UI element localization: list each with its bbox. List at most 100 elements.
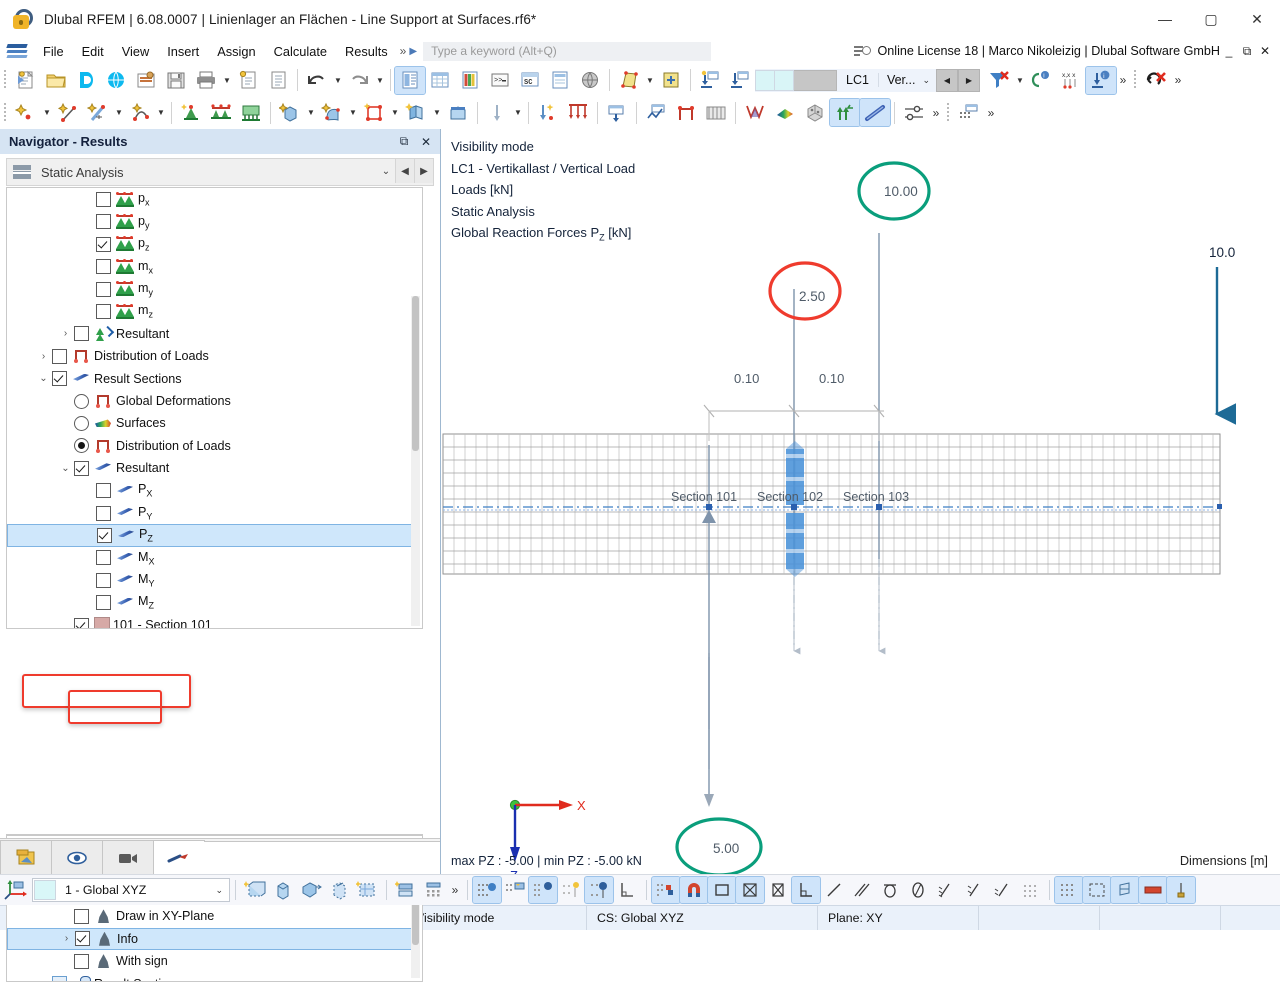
color-surface-button[interactable] (770, 99, 800, 126)
new-set-surfaces-button[interactable] (401, 99, 431, 126)
osnap-arc-button[interactable] (876, 877, 904, 903)
toolbar2-grip[interactable] (2, 102, 9, 124)
checkbox[interactable] (75, 931, 90, 946)
checkbox[interactable] (52, 349, 67, 364)
surface-select-button[interactable] (614, 67, 644, 94)
save-button[interactable] (161, 67, 191, 94)
navigator-toggle-button[interactable] (395, 67, 425, 94)
info-panel-button[interactable] (545, 67, 575, 94)
tree-item[interactable]: pz (7, 233, 420, 255)
tree-item[interactable]: PY (7, 502, 420, 524)
new-work-plane-button[interactable] (241, 877, 269, 903)
menu-assign[interactable]: Assign (208, 41, 264, 62)
surface-support-button[interactable] (236, 99, 266, 126)
tree-scrollbar[interactable] (411, 296, 420, 626)
layer-grid-button[interactable] (420, 877, 448, 903)
tree-item[interactable]: ›Info (7, 928, 420, 950)
redo-caret-icon[interactable]: ▼ (374, 76, 386, 85)
document-button[interactable] (263, 67, 293, 94)
minimize-button[interactable]: — (1142, 0, 1188, 38)
checkbox[interactable] (74, 461, 89, 476)
free-rect-load-button[interactable] (602, 99, 632, 126)
import-view-button[interactable] (695, 67, 725, 94)
toolbar2-grip-2[interactable] (945, 102, 952, 124)
surface-caret-icon[interactable]: ▼ (644, 76, 656, 85)
console-button[interactable]: >> (485, 67, 515, 94)
load-case-name[interactable]: Ver... (878, 73, 920, 87)
set-surfaces-caret-icon[interactable]: ▼ (431, 108, 443, 117)
osnap-cross2-button[interactable] (764, 877, 792, 903)
osnap-multi3-button[interactable] (988, 877, 1016, 903)
osnap-rect-button[interactable] (708, 877, 736, 903)
surface-load-button[interactable] (563, 99, 593, 126)
tab-results-navigator[interactable] (153, 840, 205, 874)
line-dim-caret-icon[interactable]: ▼ (113, 108, 125, 117)
osnap-multi1-button[interactable] (932, 877, 960, 903)
new-line-dim-button[interactable] (83, 99, 113, 126)
radio-button[interactable] (74, 394, 89, 409)
tree-item[interactable]: 101 - Section 101 (7, 614, 420, 629)
grid-display-button[interactable] (1055, 877, 1083, 903)
model-data-button[interactable] (131, 67, 161, 94)
snap-intersection-button[interactable] (585, 877, 613, 903)
nodal-support-button[interactable] (176, 99, 206, 126)
load-case-selector[interactable]: LC1 Ver... ⌄ (755, 69, 936, 92)
tree-expander[interactable]: › (35, 978, 52, 982)
checkbox[interactable] (96, 259, 111, 274)
coordinate-system-selector[interactable]: 1 - Global XYZ ⌄ (32, 878, 230, 902)
table-toggle-button[interactable] (425, 67, 455, 94)
osnap-dots-button[interactable] (1016, 877, 1044, 903)
export-view-button[interactable] (725, 67, 755, 94)
analysis-prev-button[interactable]: ◀ (395, 159, 414, 183)
snap-grid-button[interactable] (473, 877, 501, 903)
tree-item[interactable]: Global Deformations (7, 390, 420, 412)
tree-expander[interactable]: ⌄ (57, 463, 74, 474)
tree-item[interactable]: MZ (7, 591, 420, 613)
tree-item[interactable]: PZ (7, 524, 420, 546)
iso-view-button[interactable] (800, 99, 830, 126)
tree-item[interactable]: px (7, 188, 420, 210)
tree-item[interactable]: mz (7, 300, 420, 322)
script-button[interactable]: SC (515, 67, 545, 94)
new-building-story-button[interactable] (443, 99, 473, 126)
checkbox[interactable] (96, 304, 111, 319)
undo-button[interactable] (302, 67, 332, 94)
open-file-button[interactable] (41, 67, 71, 94)
line-support-button[interactable] (206, 99, 236, 126)
solid-caret-icon[interactable]: ▼ (347, 108, 359, 117)
tab-project-navigator[interactable] (0, 840, 52, 874)
load-case-caret-icon[interactable]: ⌄ (919, 75, 936, 86)
radio-button[interactable] (74, 416, 89, 431)
result-value-button[interactable]: i (1026, 67, 1056, 94)
menu-edit[interactable]: Edit (73, 41, 113, 62)
checkbox[interactable] (74, 618, 89, 630)
animate-button[interactable] (701, 99, 731, 126)
new-node-button[interactable] (11, 99, 41, 126)
new-solid-button[interactable] (317, 99, 347, 126)
model-globe-button[interactable] (101, 67, 131, 94)
add-member-button[interactable] (656, 67, 686, 94)
deformation-scale-button[interactable] (899, 99, 929, 126)
osnap-magnet-button[interactable] (680, 877, 708, 903)
surface-caret-2-icon[interactable]: ▼ (305, 108, 317, 117)
osnap-line-button[interactable] (820, 877, 848, 903)
checkbox[interactable] (96, 595, 111, 610)
checkbox[interactable] (96, 573, 111, 588)
tree-item[interactable]: ⌄Result Sections (7, 368, 420, 390)
new-opening-button[interactable] (359, 99, 389, 126)
checkbox[interactable] (96, 483, 111, 498)
checkbox[interactable] (96, 214, 111, 229)
tree-expander[interactable]: › (35, 351, 52, 362)
menu-overflow-icon[interactable]: » (397, 44, 410, 58)
plane-view-button[interactable] (353, 877, 381, 903)
toolbar-grip-2[interactable] (1132, 69, 1139, 91)
toolbar-overflow-1-icon[interactable]: » (1116, 73, 1130, 87)
tab-display-navigator[interactable] (51, 840, 103, 874)
menu-view[interactable]: View (113, 41, 159, 62)
tree-item[interactable]: Surfaces (7, 412, 420, 434)
printout-report-button[interactable] (233, 67, 263, 94)
menu-results[interactable]: Results (336, 41, 397, 62)
checkbox[interactable] (74, 909, 89, 924)
snap-object-button[interactable] (501, 877, 529, 903)
nodal-load-caret-icon[interactable]: ▼ (512, 108, 524, 117)
